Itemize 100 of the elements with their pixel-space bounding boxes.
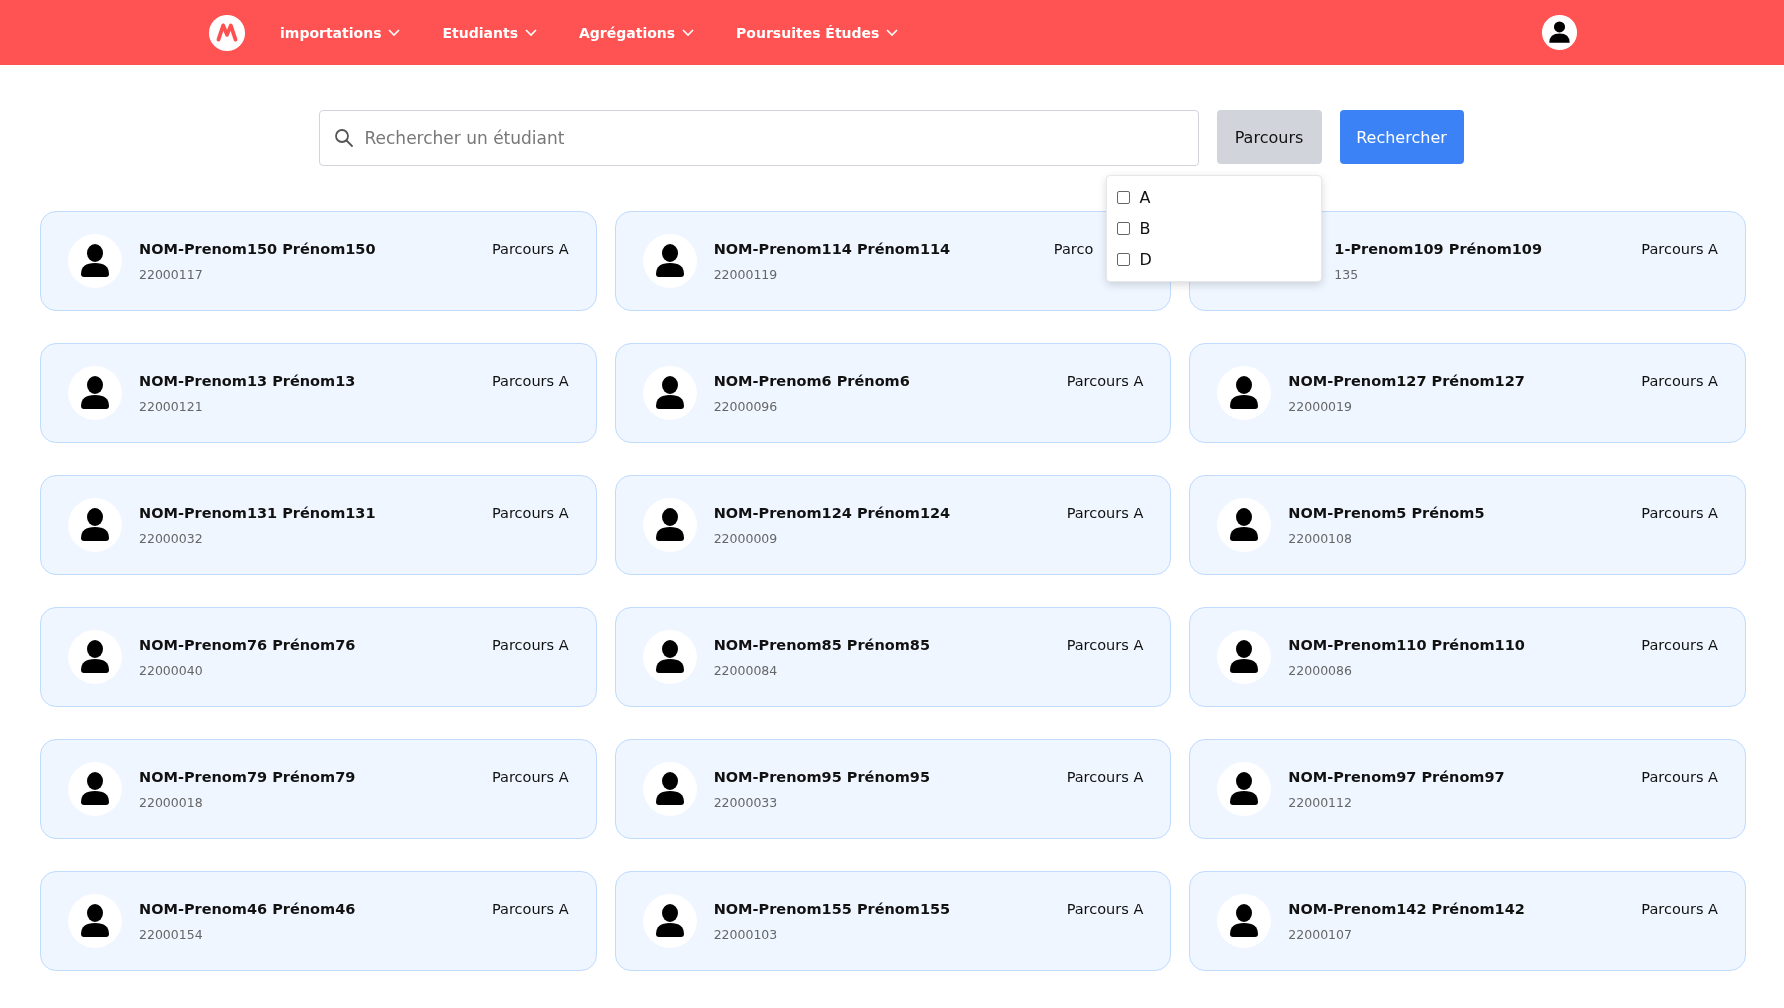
student-name: NOM-Prenom5 Prénom5 — [1288, 504, 1486, 521]
student-card[interactable]: NOM-Prenom95 Prénom95 22000033 Parcours A — [614, 739, 1172, 839]
student-card[interactable]: NOM-Prenom79 Prénom79 22000018 Parcours A — [40, 739, 597, 839]
logo-icon[interactable] — [208, 13, 246, 52]
avatar-icon — [642, 762, 697, 816]
parcours-label: Parcours A — [491, 505, 569, 521]
parcours-label: Parcours A — [1641, 769, 1718, 785]
student-card[interactable]: NOM-Prenom46 Prénom46 22000154 Parcours A — [40, 871, 597, 971]
student-name: NOM-Prenom127 Prénom127 — [1288, 372, 1526, 389]
avatar-icon — [68, 366, 122, 420]
parcours-label: Parcours A — [1641, 241, 1718, 257]
student-name: NOM-Prenom76 Prénom76 — [139, 636, 357, 653]
parcours-label: Parcours A — [491, 241, 569, 257]
parcours-label: Parcours A — [1641, 505, 1718, 521]
avatar-icon — [1217, 630, 1272, 684]
student-id: 22000033 — [713, 794, 779, 810]
search-button[interactable]: Rechercher — [1339, 110, 1464, 164]
checkbox[interactable] — [1116, 191, 1130, 204]
student-id: 22000112 — [1288, 794, 1353, 810]
parcours-label: Parcours A — [1066, 901, 1144, 917]
student-name: NOM-Prenom110 Prénom110 — [1288, 636, 1526, 653]
search-icon — [333, 128, 354, 148]
student-card[interactable]: NOM-Prenom142 Prénom142 22000107 Parcours A — [1189, 871, 1746, 971]
student-id: 22000117 — [139, 266, 204, 282]
avatar-icon — [68, 630, 122, 684]
parcours-label: Parcours A — [491, 637, 569, 653]
student-card[interactable]: NOM-Prenom131 Prénom131 22000032 Parcours A — [40, 475, 597, 575]
student-name: NOM-Prenom131 Prénom131 — [139, 504, 377, 521]
student-id: 22000009 — [713, 530, 779, 546]
student-id: 22000032 — [139, 530, 204, 546]
student-id: 22000040 — [139, 662, 204, 678]
option-label[interactable]: D — [1139, 250, 1152, 269]
student-name: NOM-Prenom124 Prénom124 — [713, 504, 952, 521]
student-name: NOM-Prenom13 Prénom13 — [139, 372, 357, 389]
student-card[interactable]: NOM-Prenom110 Prénom110 22000086 Parcours A — [1189, 607, 1746, 707]
avatar-icon — [1217, 498, 1272, 552]
parcours-label: Parcours A — [491, 373, 569, 389]
chevron-down-icon — [388, 28, 401, 37]
avatar-icon — [642, 894, 697, 948]
student-name: NOM-Prenom114 Prénom114 — [713, 240, 952, 257]
parcours-label: Parcours A — [1641, 373, 1718, 389]
avatar-icon — [642, 630, 697, 684]
student-card[interactable]: NOM-Prenom13 Prénom13 22000121 Parcours A — [40, 343, 597, 443]
user-avatar-icon[interactable] — [1541, 14, 1578, 51]
student-id: 22000108 — [1288, 530, 1353, 546]
parcours-label: Parcours A — [1641, 637, 1718, 653]
avatar-icon — [1217, 894, 1272, 948]
option-label[interactable]: B — [1139, 219, 1151, 238]
student-card[interactable]: NOM-Prenom155 Prénom155 22000103 Parcours A — [614, 871, 1172, 971]
student-id: 22000019 — [1288, 398, 1353, 414]
parcours-label: Parcours A — [491, 901, 569, 917]
student-name: NOM-Prenom95 Prénom95 — [713, 768, 931, 785]
student-name: NOM-Prenom97 Prénom97 — [1288, 768, 1506, 785]
student-name: NOM-Prenom142 Prénom142 — [1288, 900, 1526, 917]
student-name: NOM-Prenom79 Prénom79 — [139, 768, 357, 785]
student-id: 22000121 — [139, 398, 204, 414]
parcours-label: Parco — [1053, 241, 1094, 257]
student-id: 135 — [1334, 266, 1360, 282]
student-id: 22000096 — [713, 398, 779, 414]
parcours-label: Parcours A — [1066, 505, 1144, 521]
chevron-down-icon — [524, 28, 537, 37]
search-field[interactable]: Rechercher un étudiant — [318, 110, 1199, 166]
option-label[interactable]: A — [1139, 188, 1151, 207]
parcours-label: Parcours A — [1641, 901, 1718, 917]
avatar-icon — [68, 498, 122, 552]
avatar-icon — [1217, 762, 1272, 816]
student-id: 22000018 — [139, 794, 204, 810]
parcours-label: Parcours A — [491, 769, 569, 785]
student-card[interactable]: NOM-Prenom127 Prénom127 22000019 Parcours A — [1189, 343, 1746, 443]
avatar-icon — [68, 894, 122, 948]
student-card[interactable]: NOM-Prenom85 Prénom85 22000084 Parcours A — [614, 607, 1172, 707]
student-card[interactable]: NOM-Prenom6 Prénom6 22000096 Parcours A — [614, 343, 1172, 443]
chevron-down-icon — [886, 28, 899, 37]
avatar-icon — [642, 366, 697, 420]
student-id: 22000103 — [713, 926, 779, 942]
student-name: NOM-Prenom6 Prénom6 — [713, 372, 911, 389]
avatar-icon — [1217, 366, 1272, 420]
parcours-label: Parcours A — [1066, 637, 1144, 653]
avatar-icon — [68, 762, 122, 816]
checkbox[interactable] — [1116, 253, 1130, 266]
avatar-icon — [642, 234, 697, 288]
parcours-label: Parcours A — [1066, 373, 1144, 389]
student-card[interactable]: NOM-Prenom76 Prénom76 22000040 Parcours A — [40, 607, 597, 707]
student-card[interactable]: NOM-Prenom5 Prénom5 22000108 Parcours A — [1189, 475, 1746, 575]
student-card[interactable]: NOM-Prenom124 Prénom124 22000009 Parcours A — [614, 475, 1172, 575]
avatar-icon — [68, 234, 122, 288]
student-card[interactable]: NOM-Prenom150 Prénom150 22000117 Parcours A — [40, 211, 597, 311]
filter-button[interactable]: Parcours — [1216, 110, 1322, 164]
student-id: 22000154 — [139, 926, 204, 942]
student-name: NOM-Prenom150 Prénom150 — [139, 240, 377, 257]
student-name: NOM-Prenom85 Prénom85 — [713, 636, 931, 653]
avatar-icon — [642, 498, 697, 552]
student-id: 22000119 — [713, 266, 779, 282]
student-id: 22000086 — [1288, 662, 1353, 678]
student-name: NOM-Prenom155 Prénom155 — [713, 900, 952, 917]
parcours-label: Parcours A — [1066, 769, 1144, 785]
student-name: NOM-Prenom46 Prénom46 — [139, 900, 357, 917]
student-card[interactable]: NOM-Prenom97 Prénom97 22000112 Parcours A — [1189, 739, 1746, 839]
checkbox[interactable] — [1116, 222, 1130, 235]
student-id: 22000084 — [713, 662, 779, 678]
